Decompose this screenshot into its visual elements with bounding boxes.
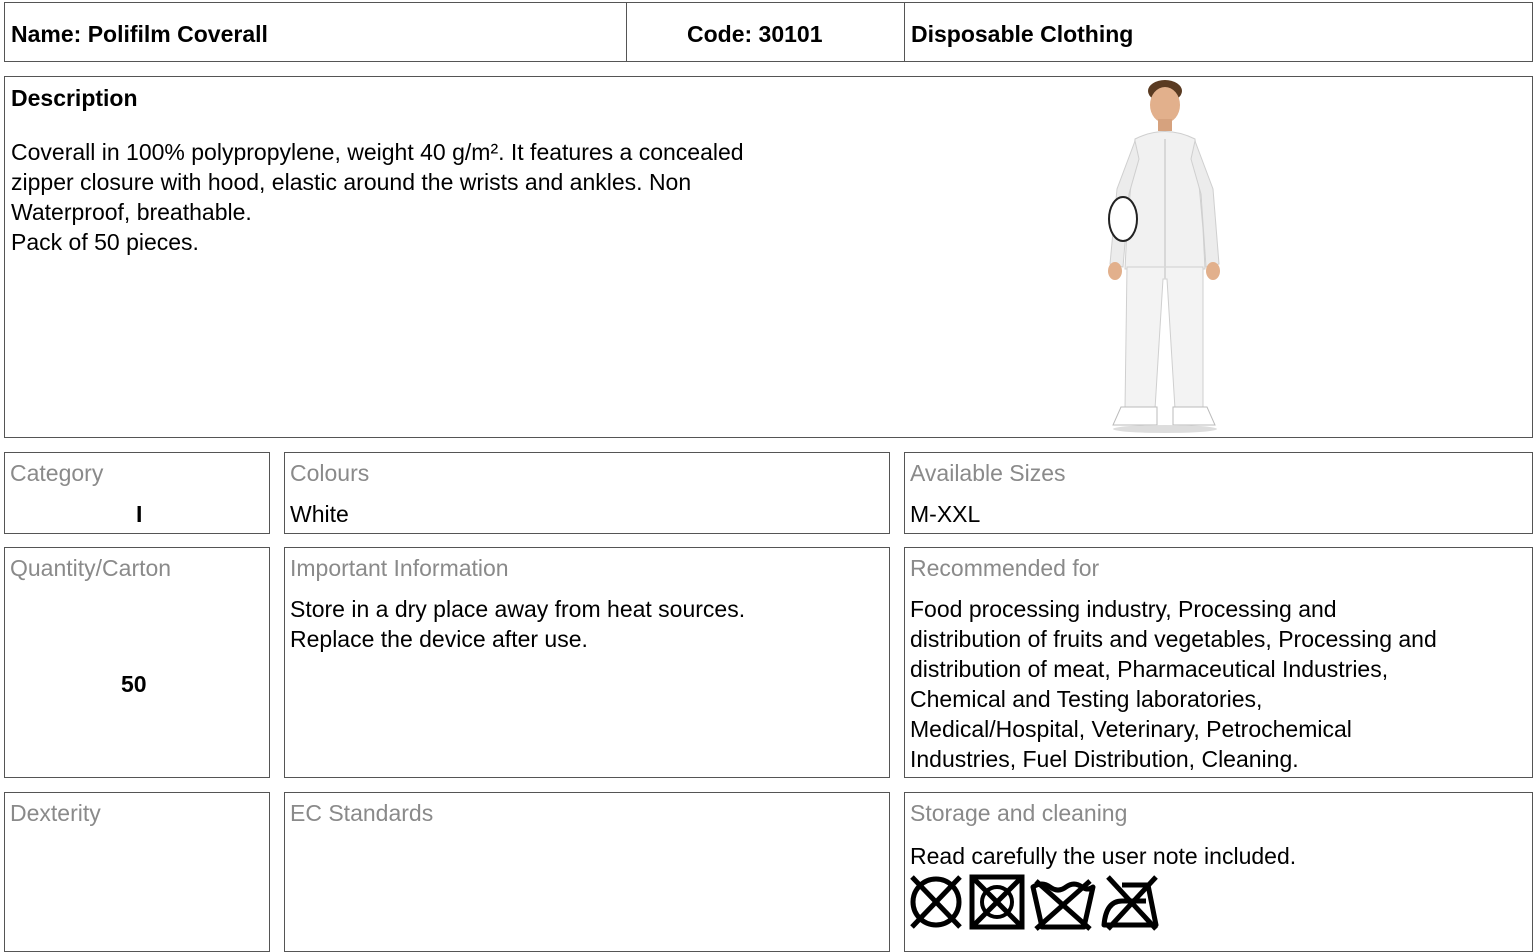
sizes-label: Available Sizes	[910, 460, 1066, 486]
quantity-cell: Quantity/Carton 50	[4, 547, 270, 778]
header-name-cell: Name: Polifilm Coverall	[4, 2, 627, 62]
description-line: Pack of 50 pieces.	[11, 229, 199, 255]
product-category: Disposable Clothing	[911, 21, 1134, 47]
sizes-value: M-XXL	[910, 501, 981, 527]
description-title: Description	[11, 85, 138, 111]
recommended-line: distribution of meat, Pharmaceutical Ind…	[910, 656, 1389, 682]
header-code-cell: Code: 30101	[626, 2, 905, 62]
storage-cell: Storage and cleaning Read carefully the …	[904, 792, 1533, 952]
category-label: Category	[10, 460, 104, 486]
recommended-line: Chemical and Testing laboratories,	[910, 686, 1263, 712]
description-line: zipper closure with hood, elastic around…	[11, 169, 692, 195]
product-code: Code: 30101	[687, 21, 823, 47]
do-not-bleach-icon	[910, 875, 962, 929]
ec-standards-label: EC Standards	[290, 800, 434, 826]
product-name: Name: Polifilm Coverall	[11, 21, 268, 47]
do-not-tumble-dry-icon	[969, 874, 1025, 930]
colours-label: Colours	[290, 460, 370, 486]
ec-standards-cell: EC Standards	[284, 792, 890, 952]
recommended-line: Industries, Fuel Distribution, Cleaning.	[910, 746, 1299, 772]
category-value: I	[136, 501, 143, 527]
do-not-iron-icon	[1101, 875, 1159, 931]
important-info-label: Important Information	[290, 555, 509, 581]
quantity-value: 50	[121, 671, 147, 697]
dexterity-cell: Dexterity	[4, 792, 270, 952]
description-line: Coverall in 100% polypropylene, weight 4…	[11, 139, 744, 165]
description-line: Waterproof, breathable.	[11, 199, 252, 225]
colours-value: White	[290, 501, 349, 527]
recommended-cell: Recommended for Food processing industry…	[904, 547, 1533, 778]
description-panel: Description Coverall in 100% polypropyle…	[4, 76, 1533, 438]
recommended-label: Recommended for	[910, 555, 1100, 581]
do-not-wash-icon	[1030, 879, 1096, 931]
recommended-line: Medical/Hospital, Veterinary, Petrochemi…	[910, 716, 1352, 742]
important-info-line: Store in a dry place away from heat sour…	[290, 596, 746, 622]
recommended-text: Food processing industry, Processing and…	[910, 594, 1437, 774]
recommended-line: distribution of fruits and vegetables, P…	[910, 626, 1437, 652]
dexterity-label: Dexterity	[10, 800, 101, 826]
important-info-line: Replace the device after use.	[290, 626, 588, 652]
storage-label: Storage and cleaning	[910, 800, 1128, 826]
description-text: Coverall in 100% polypropylene, weight 4…	[11, 137, 891, 257]
recommended-line: Food processing industry, Processing and	[910, 596, 1337, 622]
sizes-cell: Available Sizes M-XXL	[904, 452, 1533, 534]
important-info-cell: Important Information Store in a dry pla…	[284, 547, 890, 778]
care-icons	[908, 873, 1162, 931]
colours-cell: Colours White	[284, 452, 890, 534]
important-info-text: Store in a dry place away from heat sour…	[290, 594, 745, 654]
storage-value: Read carefully the user note included.	[910, 843, 1297, 869]
header-category-cell: Disposable Clothing	[904, 2, 1533, 62]
category-cell: Category I	[4, 452, 270, 534]
quantity-label: Quantity/Carton	[10, 555, 172, 581]
product-photo	[1108, 80, 1220, 433]
